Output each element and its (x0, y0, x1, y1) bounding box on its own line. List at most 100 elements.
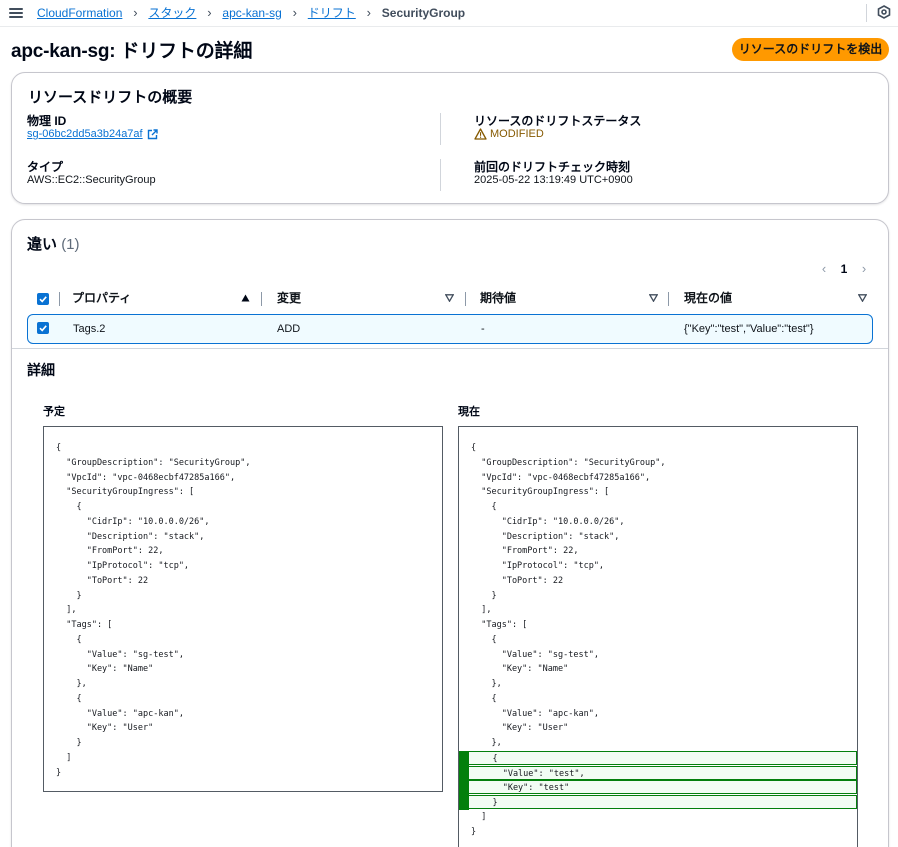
column-header-change[interactable]: 変更 (277, 290, 301, 308)
physical-id-link[interactable]: sg-06bc2dd5a3b24a7af (27, 128, 143, 140)
code-text: { (471, 634, 497, 645)
page-title: apc-kan-sg: ドリフトの詳細 (11, 41, 253, 62)
cell-actual: {"Key":"test","Value":"test"} (684, 323, 814, 335)
code-line: "Key": "Name" (459, 662, 857, 676)
actual-title: 現在 (458, 406, 480, 418)
code-text: "SecurityGroupIngress": [ (471, 487, 610, 498)
code-line: "CidrIp": "10.0.0.0/26", (44, 515, 442, 529)
code-line: "FromPort": 22, (44, 544, 442, 558)
page-number-current[interactable]: 1 (831, 262, 857, 276)
sort-icon[interactable] (649, 294, 658, 302)
code-line: } (459, 825, 857, 839)
code-line: "Value": "apc-kan", (44, 707, 442, 721)
chevron-right-icon: › (366, 5, 371, 20)
expected-json-viewer[interactable]: { "GroupDescription": "SecurityGroup", "… (43, 426, 443, 792)
code-text: { (471, 693, 497, 704)
column-separator (465, 292, 466, 306)
differences-count: (1) (61, 236, 80, 253)
table-header: プロパティ 変更 期待値 現在の値 (27, 290, 873, 308)
column-header-property[interactable]: プロパティ (72, 290, 131, 308)
chevron-right-icon[interactable]: › (857, 261, 871, 276)
code-text: } (471, 590, 497, 601)
code-text: } (471, 826, 477, 837)
added-line-marker (459, 765, 469, 781)
code-text: } (56, 590, 82, 601)
check-icon (39, 296, 47, 303)
sort-ascending-icon[interactable] (241, 294, 250, 302)
breadcrumb-stacks[interactable]: スタック (148, 4, 196, 21)
breadcrumb-current: SecurityGroup (381, 5, 466, 20)
code-text: ], (471, 605, 492, 616)
hamburger-menu-icon[interactable] (9, 6, 23, 20)
code-text: "Tags": [ (471, 620, 528, 630)
drift-status: MODIFIED (474, 128, 544, 140)
cell-property: Tags.2 (73, 323, 106, 335)
toolbar-divider (866, 4, 867, 22)
pagination: ‹ 1 › (817, 261, 871, 276)
code-text: } (56, 738, 82, 748)
chevron-left-icon[interactable]: ‹ (817, 261, 831, 276)
cell-expected: - (481, 323, 485, 335)
code-line: } (459, 589, 857, 603)
column-header-expected[interactable]: 期待値 (480, 290, 516, 308)
actual-json-viewer[interactable]: { "GroupDescription": "SecurityGroup", "… (458, 426, 858, 847)
code-text: "ToPort": 22 (56, 575, 149, 586)
code-line: } (44, 589, 442, 603)
physical-id-label: 物理 ID (27, 114, 67, 128)
hexagon-settings-icon[interactable] (877, 5, 891, 19)
code-line: { (459, 441, 857, 455)
column-divider (440, 113, 441, 145)
code-line: "Value": "sg-test", (459, 648, 857, 662)
code-text: "Description": "stack", (471, 531, 620, 542)
code-line: "GroupDescription": "SecurityGroup", (44, 456, 442, 470)
code-line: { (44, 692, 442, 706)
code-text: "VpcId": "vpc-0468ecbf47285a166", (471, 472, 651, 483)
detect-resource-drift-button[interactable]: リソースのドリフトを検出 (732, 38, 889, 61)
code-line: ], (44, 603, 442, 617)
code-line: "VpcId": "vpc-0468ecbf47285a166", (44, 471, 442, 485)
code-text: { (56, 443, 62, 453)
differences-title: 違い (1) (27, 233, 80, 254)
code-line: "FromPort": 22, (459, 544, 857, 558)
breadcrumb: CloudFormation › スタック › apc-kan-sg › ドリフ… (37, 4, 465, 21)
added-line-marker (459, 795, 469, 810)
code-line: "Tags": [ (44, 618, 442, 632)
code-text: { (471, 443, 477, 453)
code-text: "Key": "User" (56, 723, 154, 734)
code-line: { (459, 692, 857, 706)
code-line-added: } (459, 795, 857, 810)
code-line: }, (459, 677, 857, 691)
column-separator (59, 292, 60, 306)
expected-title: 予定 (43, 406, 65, 418)
code-text: }, (471, 738, 502, 748)
code-text: "IpProtocol": "tcp", (471, 561, 605, 571)
code-line-added: "Value": "test", (459, 765, 857, 781)
code-text: "CidrIp": "10.0.0.0/26", (471, 516, 625, 527)
code-line: "Value": "apc-kan", (459, 707, 857, 721)
column-header-actual[interactable]: 現在の値 (684, 290, 732, 308)
code-text: { (471, 502, 497, 512)
details-title: 詳細 (27, 362, 55, 378)
breadcrumb-drift[interactable]: ドリフト (308, 4, 356, 21)
code-text: "Tags": [ (56, 620, 113, 630)
select-all-checkbox[interactable] (37, 293, 49, 305)
code-text: { (56, 502, 82, 512)
code-text: } (56, 767, 62, 778)
code-line: }, (44, 677, 442, 691)
sort-icon[interactable] (858, 294, 867, 302)
row-checkbox[interactable] (37, 322, 49, 334)
code-line: "Key": "User" (44, 721, 442, 735)
code-line: { (459, 500, 857, 514)
table-row[interactable]: Tags.2 ADD - {"Key":"test","Value":"test… (27, 314, 873, 344)
breadcrumb-cloudformation[interactable]: CloudFormation (37, 6, 122, 20)
added-line-marker (459, 780, 469, 796)
code-line: "Key": "Name" (44, 662, 442, 676)
sort-icon[interactable] (445, 294, 454, 302)
external-link-icon[interactable] (147, 128, 158, 140)
code-line: "Description": "stack", (459, 530, 857, 544)
breadcrumb-stack-name[interactable]: apc-kan-sg (222, 6, 281, 20)
top-navigation-bar: CloudFormation › スタック › apc-kan-sg › ドリフ… (0, 0, 898, 27)
code-line: { (44, 633, 442, 647)
differences-title-text: 違い (27, 236, 58, 253)
code-line: }, (459, 736, 857, 750)
